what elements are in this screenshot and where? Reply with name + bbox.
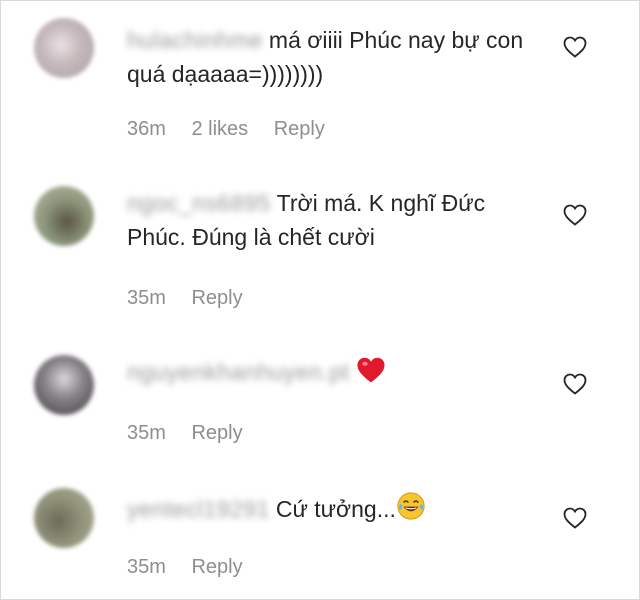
reply-button[interactable]: Reply [191, 287, 242, 309]
avatar[interactable] [34, 488, 94, 548]
comment-username[interactable]: ngoc_ns6895 [127, 186, 271, 220]
heart-outline-icon[interactable] [563, 507, 587, 529]
comment-meta: 36m 2 likes Reply [127, 117, 345, 141]
red-heart-emoji [357, 357, 385, 383]
comment-meta: 35m Reply [127, 555, 263, 579]
avatar[interactable] [34, 186, 94, 246]
reply-button[interactable]: Reply [191, 422, 242, 444]
comment-time[interactable]: 36m [127, 118, 166, 140]
comment-time[interactable]: 35m [127, 556, 166, 578]
comment-text-block: yentecl19291 Cứ tưởng... [127, 491, 547, 526]
heart-outline-icon[interactable] [563, 373, 587, 395]
comment-text-block: hulachinhme má ơiiii Phúc nay bự con quá … [127, 23, 547, 91]
comment-meta: 35m Reply [127, 421, 263, 445]
avatar[interactable] [34, 355, 94, 415]
comment-username[interactable]: yentecl19291 [127, 492, 270, 526]
heart-outline-icon[interactable] [563, 36, 587, 58]
comment-likes[interactable]: 2 likes [191, 118, 248, 140]
reply-button[interactable]: Reply [191, 556, 242, 578]
heart-outline-icon[interactable] [563, 204, 587, 226]
comment-time[interactable]: 35m [127, 422, 166, 444]
comment-meta: 35m Reply [127, 286, 263, 310]
reply-button[interactable]: Reply [274, 118, 325, 140]
avatar[interactable] [34, 18, 94, 78]
comment-body: Cứ tưởng... [275, 496, 396, 522]
laughing-tears-emoji [397, 492, 425, 520]
comment-text-block: nguyenkhanhuyen.pt [127, 355, 547, 389]
comment-username[interactable]: nguyenkhanhuyen.pt [127, 355, 350, 389]
comment-username[interactable]: hulachinhme [127, 23, 263, 57]
comment-time[interactable]: 35m [127, 287, 166, 309]
comment-text-block: ngoc_ns6895 Trời má. K nghĩ Đức Phúc. Đún… [127, 186, 547, 254]
comments-panel: hulachinhme má ơiiii Phúc nay bự con quá … [0, 0, 640, 600]
